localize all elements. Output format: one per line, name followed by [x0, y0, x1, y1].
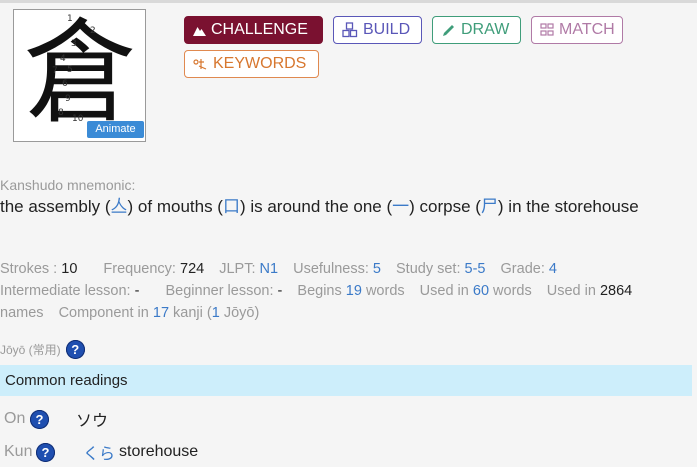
- help-icon[interactable]: ?: [36, 442, 55, 462]
- joyo-label: Jōyō (常用): [0, 343, 61, 357]
- strokes-value: 10: [61, 261, 78, 277]
- usefulness-link[interactable]: 5: [373, 261, 381, 277]
- challenge-button[interactable]: CHALLENGE: [184, 16, 323, 44]
- kun-reading-row: Kun ? くら storehouse: [4, 440, 198, 464]
- help-icon[interactable]: ?: [30, 409, 49, 429]
- component-link[interactable]: 亼: [111, 197, 128, 216]
- blocks-icon: [342, 22, 358, 38]
- stroke-number: 4: [60, 54, 66, 64]
- begins-link[interactable]: 19: [346, 283, 362, 299]
- used-names-value: 2864: [599, 283, 633, 299]
- stroke-number: 3: [71, 39, 77, 49]
- mnemonic-label: Kanshudo mnemonic:: [0, 177, 136, 193]
- stroke-number: 9: [65, 94, 71, 104]
- challenge-label: CHALLENGE: [211, 21, 308, 38]
- component-link[interactable]: 一: [392, 197, 409, 216]
- top-border: [0, 0, 697, 3]
- kun-label: Kun: [4, 443, 33, 460]
- match-icon: [540, 23, 554, 36]
- component-link[interactable]: 17: [153, 305, 169, 321]
- on-label: On: [4, 410, 26, 427]
- joyo-count-link[interactable]: 1: [212, 305, 220, 321]
- keywords-label: KEYWORDS: [213, 55, 307, 72]
- mountain-icon: [193, 26, 206, 36]
- component-link[interactable]: 尸: [481, 197, 498, 216]
- frequency-value: 724: [180, 261, 205, 277]
- kanji-stroke-diagram[interactable]: 倉 1 2 3 4 5 6 7 8 9 10 Animate: [13, 8, 146, 142]
- stroke-number: 7: [52, 66, 58, 76]
- match-button[interactable]: MATCH: [531, 16, 623, 44]
- stroke-number: 6: [62, 79, 68, 89]
- match-label: MATCH: [559, 21, 615, 38]
- mnemonic-text: the assembly (亼) of mouths (口) is around…: [0, 197, 639, 216]
- intermediate-lesson-value: -: [134, 283, 140, 299]
- stroke-number: 8: [58, 108, 64, 118]
- stroke-number: 2: [90, 26, 96, 36]
- kun-reading-kana[interactable]: くら: [83, 440, 115, 464]
- animate-button[interactable]: Animate: [87, 121, 144, 138]
- build-button[interactable]: BUILD: [333, 16, 422, 44]
- stroke-number: 5: [67, 65, 73, 75]
- used-words-link[interactable]: 60: [473, 283, 489, 299]
- stroke-number: 1: [67, 14, 73, 24]
- beginner-lesson-value: -: [277, 283, 283, 299]
- keywords-button[interactable]: KEYWORDS: [184, 50, 319, 78]
- study-set-link[interactable]: 5-5: [465, 261, 486, 277]
- pencil-icon: [443, 24, 454, 36]
- build-label: BUILD: [363, 21, 411, 38]
- common-readings-header: Common readings: [0, 365, 692, 396]
- on-reading-row: On ? ソウ: [4, 407, 108, 431]
- jlpt-link[interactable]: N1: [260, 261, 279, 277]
- joyo-label-row: Jōyō (常用) ?: [0, 340, 85, 359]
- on-reading-value: ソウ: [76, 413, 109, 430]
- draw-button[interactable]: DRAW: [432, 16, 521, 44]
- stroke-number: 10: [72, 114, 84, 124]
- draw-label: DRAW: [461, 21, 510, 38]
- keywords-icon: [193, 59, 207, 70]
- help-icon[interactable]: ?: [65, 340, 85, 359]
- grade-link[interactable]: 4: [549, 261, 557, 277]
- component-link[interactable]: 口: [223, 197, 240, 216]
- kun-reading-meaning: storehouse: [119, 443, 199, 460]
- kanji-stats: Strokes : 10 Frequency: 724 JLPT: N1 Use…: [0, 261, 633, 321]
